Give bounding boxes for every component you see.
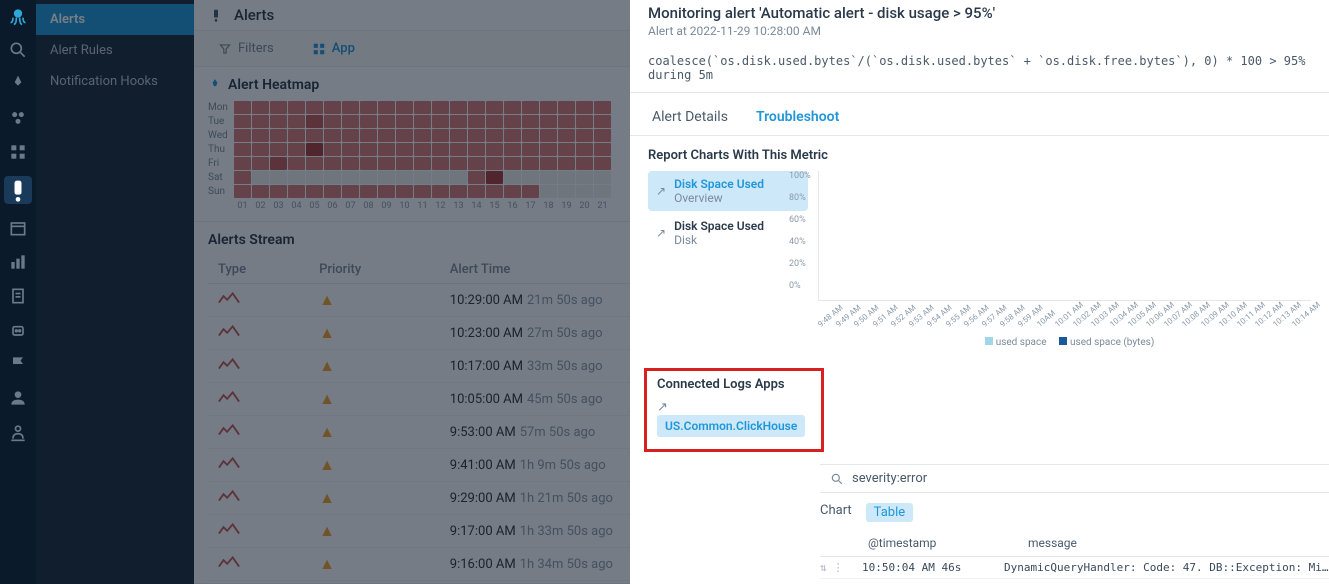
priority-icon: ▲ bbox=[319, 554, 335, 573]
loghdr-timestamp[interactable]: @timestamp bbox=[868, 536, 988, 550]
logo-icon[interactable] bbox=[8, 6, 28, 26]
alert-detail-panel: Monitoring alert 'Automatic alert - disk… bbox=[630, 0, 1329, 584]
app-filter-label: App bbox=[332, 41, 355, 56]
panel-subtitle: Alert at 2022-11-29 10:28:00 AM bbox=[648, 24, 1311, 38]
col-type[interactable]: Type bbox=[208, 256, 309, 284]
page-title: Alerts bbox=[234, 6, 274, 24]
type-icon bbox=[218, 357, 240, 371]
priority-icon: ▲ bbox=[319, 290, 335, 309]
user-icon[interactable] bbox=[8, 388, 28, 408]
filters-label: Filters bbox=[238, 41, 274, 56]
alert-title-icon bbox=[208, 7, 224, 23]
chart-icon[interactable] bbox=[8, 252, 28, 272]
connected-app-chip[interactable]: US.Common.ClickHouse bbox=[657, 415, 805, 437]
type-icon bbox=[218, 324, 240, 338]
calendar-icon[interactable] bbox=[8, 218, 28, 238]
grid-small-icon bbox=[312, 42, 326, 56]
priority-icon: ▲ bbox=[319, 488, 335, 507]
panel-title: Monitoring alert 'Automatic alert - disk… bbox=[648, 4, 1311, 22]
type-icon bbox=[218, 456, 240, 470]
col-priority[interactable]: Priority bbox=[309, 256, 440, 284]
type-icon bbox=[218, 390, 240, 404]
app-filter-button[interactable]: App bbox=[302, 37, 365, 60]
sidenav-alert-rules[interactable]: Alert Rules bbox=[36, 35, 194, 66]
heatmap-daylabels: MonTueWedThuFriSatSun bbox=[208, 101, 228, 211]
search-query: severity:error bbox=[852, 471, 927, 486]
connected-logs-title: Connected Logs Apps bbox=[657, 377, 811, 392]
report-list: ↗Disk Space UsedOverview↗Disk Space Used… bbox=[648, 171, 808, 253]
alert-expression: coalesce(`os.disk.used.bytes`/(`os.disk.… bbox=[630, 44, 1329, 93]
search-small-icon bbox=[830, 472, 844, 486]
report-item[interactable]: ↗Disk Space UsedDisk bbox=[648, 213, 808, 253]
type-icon bbox=[218, 489, 240, 503]
rocket-icon[interactable] bbox=[8, 74, 28, 94]
priority-icon: ▲ bbox=[319, 323, 335, 342]
sidenav-notification-hooks[interactable]: Notification Hooks bbox=[36, 66, 194, 97]
alerts-icon[interactable] bbox=[4, 176, 32, 204]
sidenav-alerts[interactable]: Alerts bbox=[36, 4, 194, 35]
priority-icon: ▲ bbox=[319, 455, 335, 474]
sidenav: Alerts Alert Rules Notification Hooks bbox=[36, 0, 194, 584]
tab-alert-details[interactable]: Alert Details bbox=[648, 103, 732, 135]
log-row[interactable]: ⇅⋮10:50:04 AM 46sDynamicQueryHandler: Co… bbox=[820, 579, 1329, 584]
doc-icon[interactable] bbox=[8, 286, 28, 306]
more-icon[interactable]: ⋮ bbox=[833, 561, 844, 574]
legend-0: used space bbox=[996, 337, 1047, 348]
priority-icon: ▲ bbox=[319, 356, 335, 375]
infra-icon[interactable] bbox=[8, 108, 28, 128]
ops-icon[interactable] bbox=[8, 422, 28, 442]
legend-1: used space (bytes) bbox=[1070, 337, 1154, 348]
type-icon bbox=[218, 291, 240, 305]
priority-icon: ▲ bbox=[319, 521, 335, 540]
search-icon[interactable] bbox=[8, 40, 28, 60]
expand-icon[interactable]: ⇅ bbox=[820, 561, 827, 574]
flag-icon[interactable] bbox=[8, 354, 28, 374]
type-icon bbox=[218, 423, 240, 437]
open-arrow-icon: ↗ bbox=[657, 400, 668, 415]
metric-chart[interactable]: 100%80%60%40%20%0%9:48 AM9:49 AM9:50 AM9… bbox=[818, 171, 1311, 301]
heatmap-title: Alert Heatmap bbox=[228, 77, 319, 93]
log-rows: ⇅ ⋮ 10:50:04 AM 46s DynamicQueryHandler: Co… bbox=[630, 557, 1329, 584]
bot-icon[interactable] bbox=[8, 320, 28, 340]
log-timestamp: 10:50:04 AM 46s bbox=[862, 561, 992, 574]
grid-icon[interactable] bbox=[8, 142, 28, 162]
loghdr-message[interactable]: message bbox=[1028, 536, 1077, 550]
pin-icon bbox=[208, 78, 222, 92]
filters-button[interactable]: Filters bbox=[208, 37, 284, 60]
connected-logs-box: Connected Logs Apps ↗ US.Common.ClickHou… bbox=[644, 368, 824, 452]
type-icon bbox=[218, 555, 240, 569]
priority-icon: ▲ bbox=[319, 422, 335, 441]
tab-troubleshoot[interactable]: Troubleshoot bbox=[752, 103, 843, 135]
log-message: DynamicQueryHandler: Code: 47. DB::Excep… bbox=[1004, 561, 1329, 574]
type-icon bbox=[218, 522, 240, 536]
subtab-table[interactable]: Table bbox=[866, 503, 913, 522]
report-item[interactable]: ↗Disk Space UsedOverview bbox=[648, 171, 808, 211]
priority-icon: ▲ bbox=[319, 389, 335, 408]
subtab-chart[interactable]: Chart bbox=[820, 503, 852, 522]
log-row[interactable]: ⇅ ⋮ 10:50:04 AM 46s DynamicQueryHandler: Co… bbox=[820, 557, 1329, 579]
reports-title: Report Charts With This Metric bbox=[648, 148, 1311, 163]
chart-legend: used space used space (bytes) bbox=[818, 337, 1311, 348]
log-search[interactable]: severity:error bbox=[820, 464, 1329, 493]
filter-icon bbox=[218, 42, 232, 56]
